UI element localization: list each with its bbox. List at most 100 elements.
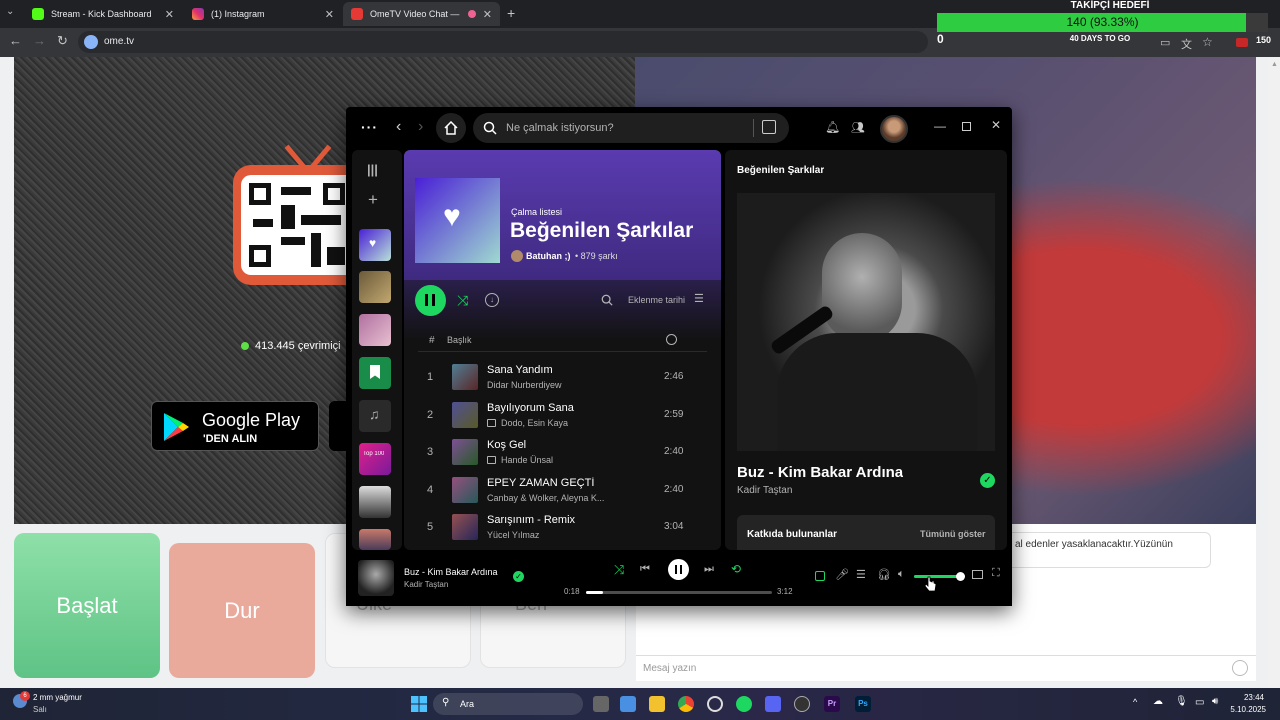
browse-icon[interactable] <box>762 120 776 134</box>
liked-songs-thumb[interactable]: ♥ <box>359 229 391 261</box>
extension-icon[interactable] <box>1236 38 1248 47</box>
list-view-icon[interactable]: ☰ <box>694 292 704 305</box>
friend-activity-icon[interactable]: 👥︎ <box>851 121 865 134</box>
task-view-icon[interactable] <box>593 696 609 712</box>
network-icon[interactable]: ▭ <box>1195 697 1204 708</box>
liked-check-icon[interactable]: ✓ <box>513 571 524 582</box>
local-files-thumb[interactable]: ♫ <box>359 400 391 432</box>
clock-time[interactable]: 23:44 <box>1234 693 1264 702</box>
weather-text[interactable]: 2 mm yağmur <box>33 693 82 702</box>
track-artist[interactable]: Didar Nurberdiyew <box>487 380 627 390</box>
track-artist[interactable]: Dodo, Esin Kaya <box>501 418 641 428</box>
bar-play-pause-button[interactable] <box>668 559 689 580</box>
connect-device-icon[interactable]: 🎧︎ <box>877 568 891 581</box>
volume-icon[interactable]: 🔈︎ <box>898 568 905 581</box>
cast-icon[interactable]: ▭ <box>1160 36 1170 49</box>
saved-episodes-thumb[interactable] <box>359 357 391 389</box>
chrome-icon[interactable] <box>678 696 694 712</box>
lyrics-icon[interactable]: 🎤︎ <box>835 568 849 581</box>
track-title[interactable]: Sana Yandım <box>487 364 637 376</box>
clock-date[interactable]: 5.10.2025 <box>1222 705 1266 714</box>
bookmark-star-icon[interactable]: ☆ <box>1202 35 1213 49</box>
track-row[interactable]: 5 Sarışınım - Remix Yücel Yılmaz 3:04 <box>418 512 707 544</box>
seek-bar[interactable] <box>586 591 772 594</box>
download-icon[interactable]: ↓ <box>485 293 499 307</box>
library-icon[interactable]: ||| <box>367 162 378 177</box>
search-icon[interactable] <box>601 294 613 306</box>
tray-chevron-icon[interactable]: ^ <box>1133 697 1137 707</box>
bar-track-title[interactable]: Buz - Kim Bakar Ardına <box>404 567 498 577</box>
start-button[interactable]: Başlat <box>14 533 160 678</box>
obs-icon[interactable] <box>794 696 810 712</box>
close-icon[interactable]: ✕ <box>483 8 492 21</box>
app-icon[interactable] <box>765 696 781 712</box>
tab-search-icon[interactable]: ⌄ <box>6 6 14 17</box>
playlist-thumb[interactable] <box>359 314 391 346</box>
forward-icon[interactable]: › <box>418 118 423 136</box>
fullscreen-icon[interactable]: ⛶ <box>992 567 1000 580</box>
notifications-icon[interactable]: 🔔︎ <box>825 120 840 134</box>
top-100-thumb[interactable]: Top 100 <box>359 443 391 475</box>
google-play-button[interactable]: Google Play 'DEN ALIN <box>151 401 319 451</box>
track-title[interactable]: EPEY ZAMAN GEÇTİ <box>487 477 637 489</box>
taskbar-search[interactable]: ⚲ Ara <box>433 693 583 715</box>
reload-button[interactable]: ↻ <box>57 33 68 49</box>
track-title[interactable]: Bayılıyorum Sana <box>487 402 637 414</box>
playlist-thumb[interactable] <box>359 529 391 550</box>
page-scrollbar[interactable]: ▲ <box>1268 57 1280 688</box>
address-bar[interactable]: ome.tv <box>78 31 928 53</box>
search-input[interactable]: Ne çalmak istiyorsun? <box>473 113 789 143</box>
photoshop-icon[interactable]: Ps <box>855 696 871 712</box>
track-row[interactable]: 4 EPEY ZAMAN GEÇTİ Canbay & Wolker, Aley… <box>418 475 707 507</box>
liked-check-icon[interactable]: ✓ <box>980 473 995 488</box>
bar-artwork[interactable] <box>358 560 394 596</box>
track-title[interactable]: Koş Gel <box>487 439 637 451</box>
microphone-icon[interactable]: 🎙︎ <box>1175 696 1188 707</box>
play-pause-button[interactable] <box>415 285 446 316</box>
volume-knob[interactable] <box>955 572 965 581</box>
now-playing-view-icon[interactable] <box>815 571 825 581</box>
playlist-owner[interactable]: Batuhan ;) <box>526 251 571 261</box>
back-button[interactable]: ← <box>9 33 22 48</box>
track-artist[interactable]: Canbay & Wolker, Aleyna K... <box>487 493 627 503</box>
track-row[interactable]: 3 Koş Gel Hande Ünsal 2:40 <box>418 437 707 469</box>
mini-player-icon[interactable] <box>972 570 983 579</box>
previous-icon[interactable]: ⏮︎ <box>640 563 650 576</box>
tab-kick[interactable]: Stream - Kick Dashboard ✕ <box>24 2 182 26</box>
translate-icon[interactable]: 文 <box>1181 36 1192 52</box>
close-window-icon[interactable]: ✕ <box>991 118 1001 132</box>
windows-start-icon[interactable] <box>411 696 427 712</box>
show-all-link[interactable]: Tümünü göster <box>920 529 986 539</box>
track-artist[interactable]: Yücel Yılmaz <box>487 530 627 540</box>
chatgpt-icon[interactable] <box>707 696 723 712</box>
sort-button[interactable]: Eklenme tarihi <box>628 295 685 305</box>
track-title[interactable]: Sarışınım - Remix <box>487 514 637 526</box>
repeat-icon[interactable]: ⟲ <box>731 562 741 576</box>
column-title[interactable]: Başlık <box>447 335 472 345</box>
track-row[interactable]: 1 Sana Yandım Didar Nurberdiyew 2:46 <box>418 362 707 394</box>
premiere-pro-icon[interactable]: Pr <box>824 696 840 712</box>
new-tab-button[interactable]: + <box>507 5 515 21</box>
create-playlist-icon[interactable]: + <box>368 190 378 210</box>
playlist-thumb[interactable] <box>359 271 391 303</box>
bar-track-artist[interactable]: Kadir Taştan <box>404 580 448 589</box>
emoji-icon[interactable] <box>1232 660 1248 676</box>
now-playing-header[interactable]: Beğenilen Şarkılar <box>737 165 824 176</box>
close-icon[interactable]: ✕ <box>165 8 174 21</box>
widgets-icon[interactable] <box>620 696 636 712</box>
next-icon[interactable]: ⏭︎ <box>704 563 714 576</box>
queue-icon[interactable]: ☰ <box>856 568 866 581</box>
stop-button[interactable]: Dur <box>169 543 315 678</box>
track-row[interactable]: 2 Bayılıyorum Sana Dodo, Esin Kaya 2:59 <box>418 400 707 432</box>
site-info-icon[interactable] <box>84 35 98 49</box>
spotify-icon[interactable] <box>736 696 752 712</box>
now-playing-artist[interactable]: Kadir Taştan <box>737 485 792 496</box>
tab-instagram[interactable]: (1) Instagram ✕ <box>184 2 342 26</box>
shuffle-icon[interactable]: ⤨ <box>457 292 468 309</box>
now-playing-title[interactable]: Buz - Kim Bakar Ardına <box>737 464 903 481</box>
track-artist[interactable]: Hande Ünsal <box>501 455 641 465</box>
volume-slider[interactable] <box>914 572 965 581</box>
tab-ometv[interactable]: OmeTV Video Chat — Ome ✕ <box>343 2 500 26</box>
forward-button[interactable]: → <box>33 33 46 48</box>
maximize-icon[interactable] <box>962 122 971 131</box>
